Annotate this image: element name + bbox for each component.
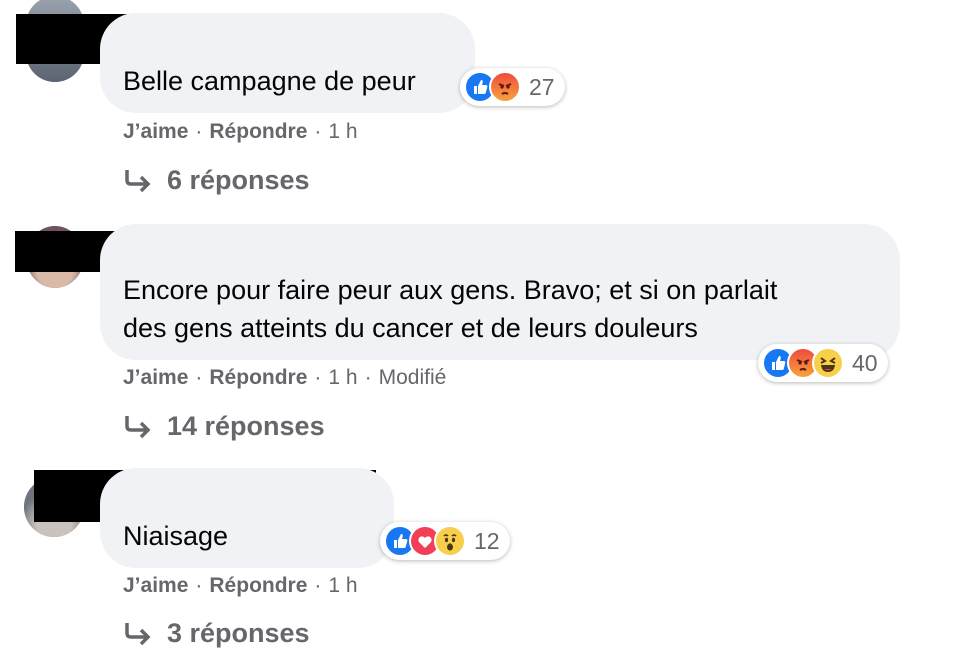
separator: ·: [314, 366, 322, 389]
reaction-count: 40: [852, 349, 878, 376]
comment-text-line-2: des gens atteints du cancer et de leurs …: [123, 313, 698, 343]
reply-button[interactable]: Répondre: [209, 574, 307, 598]
separator: ·: [195, 120, 203, 143]
timestamp[interactable]: 1 h: [328, 366, 357, 390]
reply-button[interactable]: Répondre: [209, 120, 307, 144]
reply-arrow-icon: [125, 622, 151, 645]
reply-button[interactable]: Répondre: [209, 366, 307, 390]
view-replies-link[interactable]: 3 réponses: [123, 618, 310, 649]
reaction-count: 27: [529, 73, 555, 100]
replies-count-label: 6 réponses: [167, 165, 310, 195]
edited-label: Modifié: [378, 366, 447, 389]
view-replies-link[interactable]: 14 réponses: [123, 411, 325, 442]
reaction-summary[interactable]: 12: [380, 522, 510, 560]
separator: ·: [364, 366, 372, 389]
like-button[interactable]: J’aime: [123, 574, 188, 598]
reply-arrow-icon: [125, 415, 151, 438]
angry-icon: [489, 71, 521, 103]
separator: ·: [314, 574, 322, 597]
comment-actions: J’aime · Répondre · 1 h · Modifié: [123, 366, 446, 390]
comment-actions: J’aime · Répondre · 1 h: [123, 574, 358, 598]
reaction-count: 12: [474, 527, 500, 554]
comment-text-line-1: Encore pour faire peur aux gens. Bravo; …: [123, 275, 778, 305]
replies-count-label: 14 réponses: [167, 411, 325, 441]
reaction-summary[interactable]: 40: [758, 344, 888, 382]
reply-arrow-icon: [125, 169, 151, 192]
wow-icon: [434, 525, 466, 557]
reaction-summary[interactable]: 27: [460, 68, 565, 106]
timestamp[interactable]: 1 h: [328, 574, 357, 598]
replies-count-label: 3 réponses: [167, 618, 310, 648]
separator: ·: [195, 366, 203, 389]
like-button[interactable]: J’aime: [123, 366, 188, 390]
like-button[interactable]: J’aime: [123, 120, 188, 144]
view-replies-link[interactable]: 6 réponses: [123, 165, 310, 196]
comment-actions: J’aime · Répondre · 1 h: [123, 120, 358, 144]
separator: ·: [195, 574, 203, 597]
comment-text: Niaisage: [123, 521, 229, 551]
timestamp[interactable]: 1 h: [328, 120, 357, 144]
haha-icon: [812, 347, 844, 379]
comment-text: Belle campagne de peur: [123, 66, 416, 96]
separator: ·: [314, 120, 322, 143]
